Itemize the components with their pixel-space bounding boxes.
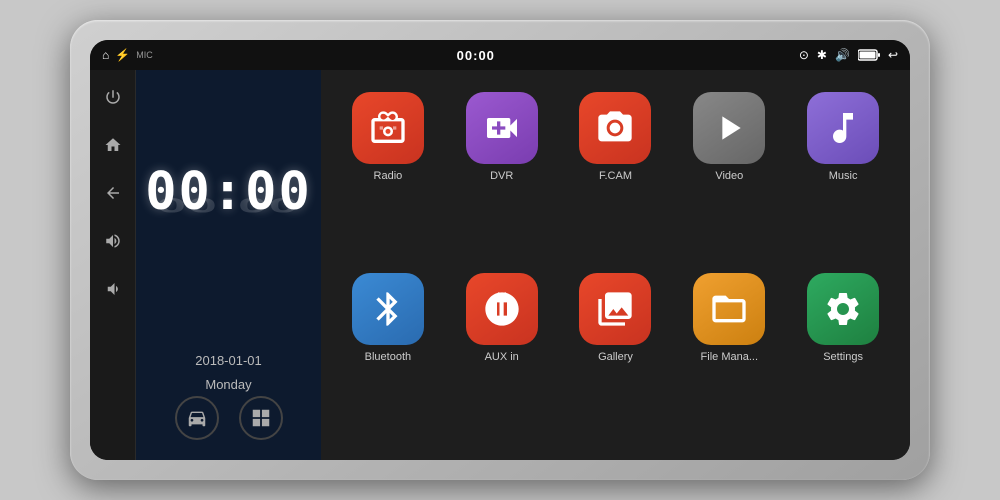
app-aux[interactable]: AUX in <box>445 269 559 450</box>
device-frame: ⌂ ⚡ MIC 00:00 ⊙ ✱ 🔊 ↩ <box>70 20 930 480</box>
settings-icon <box>807 273 879 345</box>
bluetooth-status-icon: ✱ <box>817 48 827 62</box>
volume-status-icon: 🔊 <box>835 48 850 62</box>
app-music[interactable]: Music <box>786 88 900 269</box>
home-status-icon: ⌂ <box>102 48 109 62</box>
sidebar <box>90 70 136 460</box>
aux-label: AUX in <box>485 351 519 363</box>
date-section: 2018-01-01 Monday <box>195 349 262 396</box>
back-status-icon: ↩ <box>888 48 898 62</box>
power-button[interactable] <box>98 82 128 112</box>
battery-icon <box>858 49 880 61</box>
app-gallery[interactable]: Gallery <box>559 269 673 450</box>
filemanager-icon <box>693 273 765 345</box>
date-text: 2018-01-01 <box>195 349 262 372</box>
usb-status-icon: ⚡ <box>115 48 130 62</box>
status-right: ⊙ ✱ 🔊 ↩ <box>799 48 898 62</box>
grid-view-button[interactable] <box>239 396 283 440</box>
gallery-icon <box>579 273 651 345</box>
app-grid: Radio DVR F.CAM <box>321 70 910 460</box>
radio-icon <box>352 92 424 164</box>
status-left: ⌂ ⚡ MIC <box>102 48 153 62</box>
bottom-icons <box>175 396 283 440</box>
car-mode-button[interactable] <box>175 396 219 440</box>
bluetooth-icon <box>352 273 424 345</box>
app-fcam[interactable]: F.CAM <box>559 88 673 269</box>
clock-reflection: 00:00 <box>157 193 300 217</box>
app-dvr[interactable]: DVR <box>445 88 559 269</box>
main-area: 00:00 00:00 2018-01-01 Monday <box>90 70 910 460</box>
day-text: Monday <box>195 373 262 396</box>
settings-label: Settings <box>823 351 863 363</box>
screen: ⌂ ⚡ MIC 00:00 ⊙ ✱ 🔊 ↩ <box>90 40 910 460</box>
app-filemanager[interactable]: File Mana... <box>672 269 786 450</box>
app-settings[interactable]: Settings <box>786 269 900 450</box>
fcam-label: F.CAM <box>599 170 632 182</box>
gallery-label: Gallery <box>598 351 633 363</box>
filemanager-label: File Mana... <box>701 351 758 363</box>
aux-icon <box>466 273 538 345</box>
volume-up-button[interactable] <box>98 226 128 256</box>
clock-display: 00:00 00:00 <box>145 90 312 349</box>
home-button[interactable] <box>98 130 128 160</box>
app-radio[interactable]: Radio <box>331 88 445 269</box>
volume-down-button[interactable] <box>98 274 128 304</box>
location-icon: ⊙ <box>799 48 809 62</box>
radio-label: Radio <box>374 170 403 182</box>
dvr-icon <box>466 92 538 164</box>
app-bluetooth[interactable]: Bluetooth <box>331 269 445 450</box>
status-bar: ⌂ ⚡ MIC 00:00 ⊙ ✱ 🔊 ↩ <box>90 40 910 70</box>
status-time: 00:00 <box>457 48 495 63</box>
dvr-label: DVR <box>490 170 513 182</box>
music-icon <box>807 92 879 164</box>
mic-label: MIC <box>136 50 153 60</box>
fcam-icon <box>579 92 651 164</box>
app-video[interactable]: Video <box>672 88 786 269</box>
video-icon <box>693 92 765 164</box>
clock-widget: 00:00 00:00 2018-01-01 Monday <box>136 70 321 460</box>
music-label: Music <box>829 170 858 182</box>
video-label: Video <box>715 170 743 182</box>
back-button[interactable] <box>98 178 128 208</box>
bluetooth-label: Bluetooth <box>365 351 411 363</box>
